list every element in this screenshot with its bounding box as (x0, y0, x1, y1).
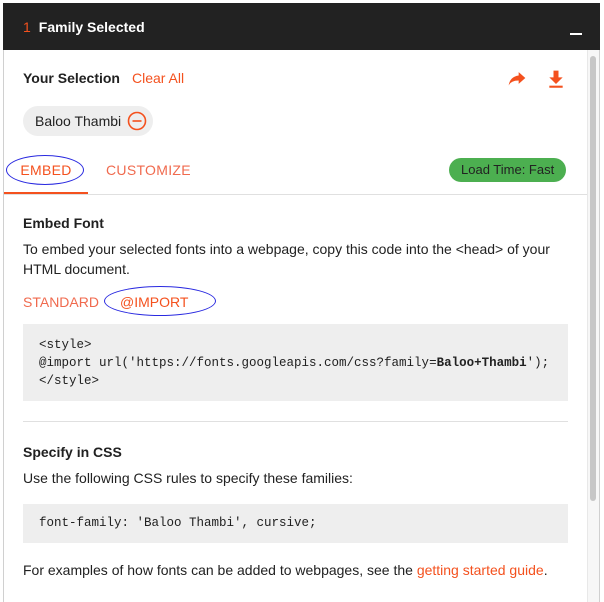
minimize-icon[interactable] (570, 21, 584, 35)
selection-panel: Your Selection Clear All Baloo Thambi EM… (3, 50, 600, 602)
css-rule: font-family: 'Baloo Thambi', cursive; (39, 516, 317, 530)
embed-tabs: EMBED CUSTOMIZE Load Time: Fast (4, 153, 589, 195)
embed-code-block[interactable]: <style> @import url('https://fonts.googl… (23, 324, 568, 401)
share-icon[interactable] (506, 68, 528, 88)
embed-font-description: To embed your selected fonts into a webp… (23, 241, 550, 277)
selection-header[interactable]: 1 Family Selected (3, 3, 600, 50)
selection-count: 1 (23, 18, 31, 35)
code-url-suffix: '); (526, 356, 550, 370)
tab-customize[interactable]: CUSTOMIZE (106, 153, 191, 193)
tab-import[interactable]: @IMPORT (120, 294, 188, 310)
selection-row: Your Selection Clear All (23, 70, 184, 86)
specify-css-description: Use the following CSS rules to specify t… (23, 470, 353, 486)
code-line: </style> (39, 374, 100, 388)
code-line: @import url('https://fonts.googleapis.co… (39, 354, 552, 372)
footer-text-end: . (543, 562, 548, 578)
specify-css-title: Specify in CSS (23, 444, 122, 460)
footer-text: For examples of how fonts can be added t… (23, 560, 563, 580)
scrollbar[interactable] (587, 50, 599, 602)
selection-title: Family Selected (38, 18, 145, 35)
load-time-badge: Load Time: Fast (449, 158, 567, 182)
section-divider (23, 421, 568, 422)
family-chip: Baloo Thambi (23, 106, 154, 136)
tab-standard[interactable]: STANDARD (23, 294, 99, 310)
code-url-prefix: @import url('https://fonts.googleapis.co… (39, 356, 437, 370)
family-chip-label: Baloo Thambi (35, 113, 122, 129)
code-family-name: Baloo+Thambi (436, 356, 527, 370)
footer-text-body: For examples of how fonts can be added t… (23, 562, 417, 578)
download-icon[interactable] (546, 68, 566, 90)
remove-circle-icon[interactable] (127, 111, 147, 131)
getting-started-link[interactable]: getting started guide (417, 562, 544, 578)
your-selection-label: Your Selection (23, 70, 120, 86)
embed-font-title: Embed Font (23, 215, 104, 231)
code-line: <style> (39, 338, 92, 352)
css-code-block[interactable]: font-family: 'Baloo Thambi', cursive; (23, 504, 568, 543)
tab-embed[interactable]: EMBED (4, 153, 88, 194)
clear-all-button[interactable]: Clear All (132, 70, 184, 86)
scrollbar-thumb[interactable] (590, 56, 596, 501)
